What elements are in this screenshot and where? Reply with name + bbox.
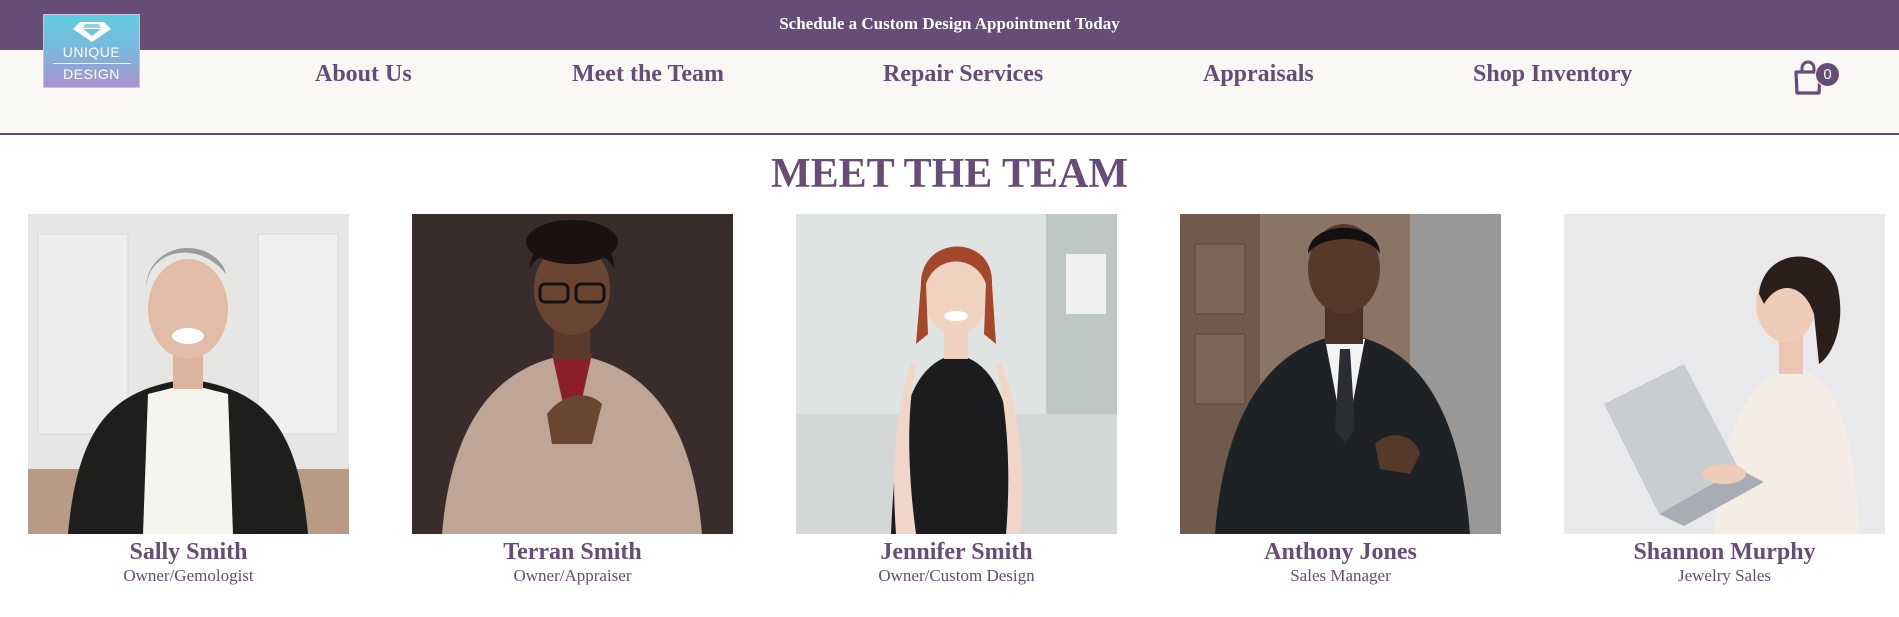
team-member-card: Anthony Jones Sales Manager	[1180, 214, 1501, 586]
announcement-bar: Schedule a Custom Design Appointment Tod…	[0, 0, 1899, 50]
team-member-role: Jewelry Sales	[1677, 566, 1771, 585]
team-member-name: Shannon Murphy	[1633, 539, 1816, 565]
team-member-name: Sally Smith	[129, 539, 248, 565]
logo-text-design: DESIGN	[63, 66, 120, 82]
logo[interactable]: UNIQUE DESIGN	[43, 14, 140, 88]
cart-button[interactable]: 0	[1793, 60, 1843, 100]
team-member-name: Anthony Jones	[1264, 539, 1417, 565]
team-member-photo	[1180, 214, 1501, 534]
team-member-name: Jennifer Smith	[880, 539, 1033, 565]
team-member-card: Shannon Murphy Jewelry Sales	[1564, 214, 1885, 586]
main-navigation: About Us Meet the Team Repair Services A…	[0, 50, 1899, 135]
nav-shop-inventory[interactable]: Shop Inventory	[1473, 60, 1632, 88]
nav-meet-the-team[interactable]: Meet the Team	[572, 60, 724, 88]
team-member-photo	[1564, 214, 1885, 534]
schedule-appointment-link[interactable]: Schedule a Custom Design Appointment Tod…	[779, 14, 1120, 33]
team-member-photo	[412, 214, 733, 534]
team-member-card: Sally Smith Owner/Gemologist	[28, 214, 349, 586]
nav-appraisals[interactable]: Appraisals	[1203, 60, 1314, 88]
logo-divider	[52, 63, 131, 64]
team-member-card: Jennifer Smith Owner/Custom Design	[796, 214, 1117, 586]
team-member-card: Terran Smith Owner/Appraiser	[412, 214, 733, 586]
logo-text-unique: UNIQUE	[62, 44, 121, 60]
team-member-role: Owner/Custom Design	[878, 566, 1035, 585]
team-member-photo	[28, 214, 349, 534]
team-member-name: Terran Smith	[503, 539, 642, 565]
team-member-photo	[796, 214, 1117, 534]
cart-count-badge: 0	[1815, 62, 1840, 87]
team-member-role: Sales Manager	[1290, 566, 1391, 585]
nav-repair-services[interactable]: Repair Services	[883, 60, 1043, 88]
team-member-role: Owner/Gemologist	[123, 566, 254, 585]
diamond-icon	[72, 22, 111, 42]
page-title: MEET THE TEAM	[770, 151, 1129, 197]
nav-about-us[interactable]: About Us	[315, 60, 412, 88]
team-member-role: Owner/Appraiser	[513, 566, 632, 585]
